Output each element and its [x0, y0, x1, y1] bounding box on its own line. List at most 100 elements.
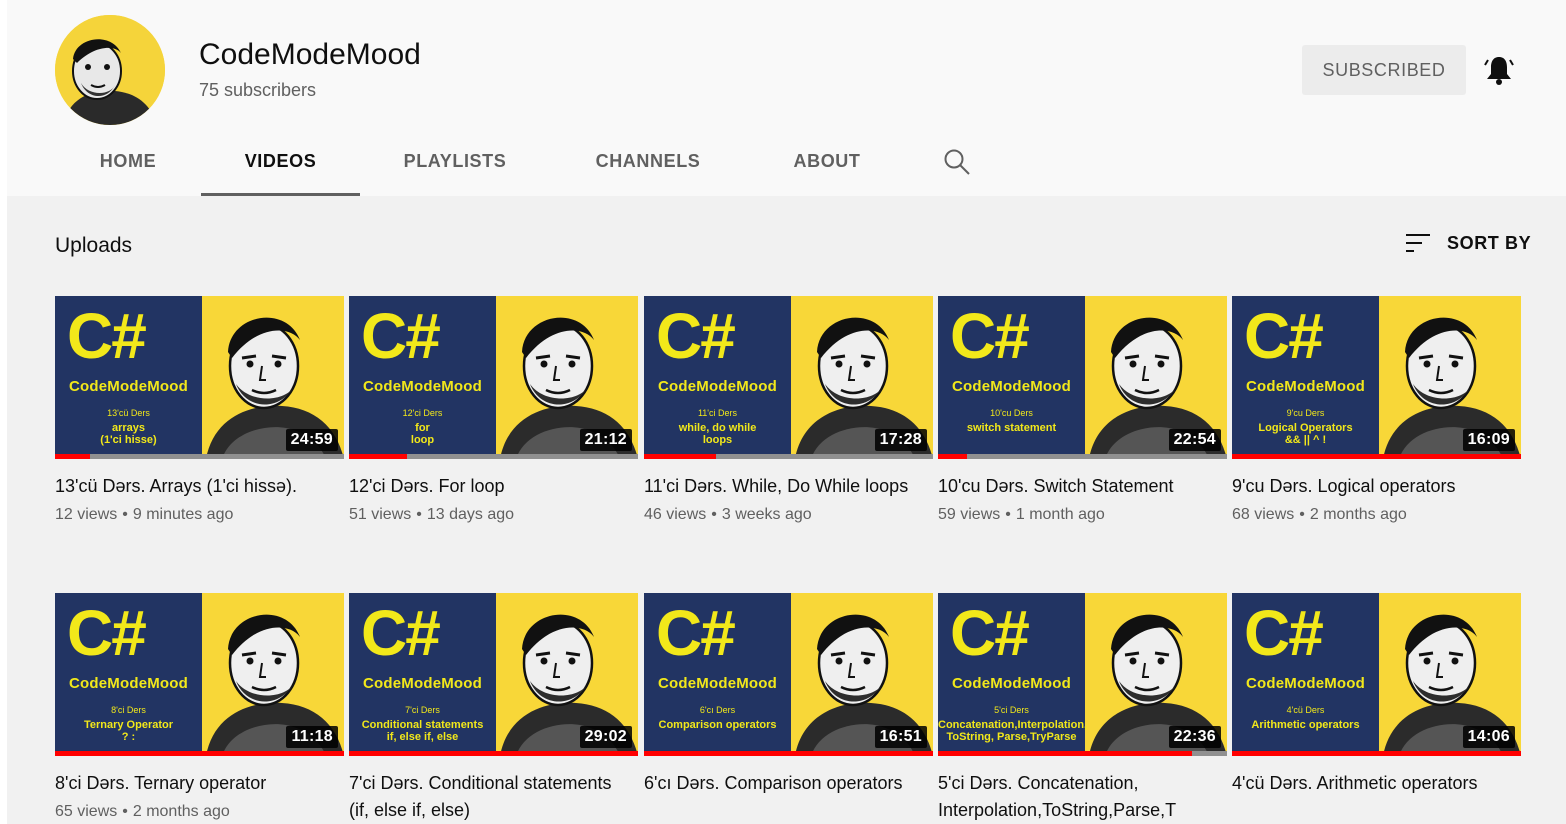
thumbnail-topic: Logical Operators && || ^ ! [1232, 422, 1379, 446]
thumbnail-lesson: 6'cı Ders [699, 705, 736, 715]
thumbnail-lesson: 11'ci Ders [697, 408, 738, 418]
watch-progress [55, 751, 344, 756]
video-card[interactable]: C# CodeModeMood 12'ci Ders for loop 21:1… [349, 296, 638, 524]
video-thumbnail[interactable]: C# CodeModeMood 4'cü Ders Arithmetic ope… [1232, 593, 1521, 756]
channel-avatar[interactable] [55, 15, 165, 125]
tab-home[interactable]: HOME [55, 130, 201, 193]
video-duration: 11:18 [286, 726, 338, 748]
video-card[interactable]: C# CodeModeMood 5'ci Ders Concatenation,… [938, 593, 1227, 824]
thumbnail-logo: C# [361, 300, 441, 372]
thumbnail-topic-line: Ternary Operator [83, 719, 174, 731]
video-thumbnail[interactable]: C# CodeModeMood 13'cü Ders arrays (1'ci … [55, 296, 344, 459]
thumbnail-topic: arrays (1'ci hisse) [55, 422, 202, 446]
thumbnail-topic-sub: (1'ci hisse) [100, 434, 157, 446]
video-thumbnail[interactable]: C# CodeModeMood 7'ci Ders Conditional st… [349, 593, 638, 756]
thumbnail-topic-line: for [415, 422, 430, 434]
video-card[interactable]: C# CodeModeMood 8'ci Ders Ternary Operat… [55, 593, 344, 821]
video-thumbnail[interactable]: C# CodeModeMood 5'ci Ders Concatenation,… [938, 593, 1227, 756]
video-title[interactable]: 7'ci Dərs. Conditional statements (if, e… [349, 770, 638, 824]
video-title[interactable]: 13'cü Dərs. Arrays (1'ci hissə). [55, 473, 344, 500]
watch-progress-fill [938, 751, 1192, 756]
video-thumbnail[interactable]: C# CodeModeMood 11'ci Ders while, do whi… [644, 296, 933, 459]
video-title[interactable]: 10'cu Dərs. Switch Statement [938, 473, 1227, 500]
tab-playlists[interactable]: PLAYLISTS [360, 130, 550, 193]
video-meta: 68 views • 2 months ago [1232, 506, 1521, 524]
channel-search-icon[interactable] [943, 148, 971, 176]
thumbnail-topic-line: Conditional statements [361, 719, 484, 731]
thumbnail-lesson: 12'ci Ders [402, 408, 443, 418]
video-thumbnail[interactable]: C# CodeModeMood 12'ci Ders for loop 21:1… [349, 296, 638, 459]
video-title[interactable]: 9'cu Dərs. Logical operators [1232, 473, 1521, 500]
video-meta: 46 views • 3 weeks ago [644, 506, 933, 524]
notification-bell-icon[interactable] [1484, 54, 1514, 86]
watch-progress [938, 454, 1227, 459]
watch-progress [644, 454, 933, 459]
video-age: 13 days ago [426, 506, 515, 523]
thumbnail-topic: switch statement [938, 422, 1085, 434]
thumbnail-lesson: 9'cu Ders [1286, 408, 1325, 418]
sort-icon [1406, 234, 1430, 252]
video-thumbnail[interactable]: C# CodeModeMood 8'ci Ders Ternary Operat… [55, 593, 344, 756]
thumbnail-topic-sub: && || ^ ! [1284, 434, 1327, 446]
video-age: 3 weeks ago [721, 506, 812, 523]
watch-progress [349, 454, 638, 459]
thumbnail-lesson: 7'ci Ders [405, 705, 440, 715]
video-meta: 59 views • 1 month ago [938, 506, 1227, 524]
tab-about[interactable]: ABOUT [746, 130, 908, 193]
thumbnail-topic: for loop [349, 422, 496, 446]
thumbnail-logo: C# [1244, 300, 1324, 372]
video-card[interactable]: C# CodeModeMood 9'cu Ders Logical Operat… [1232, 296, 1521, 524]
thumbnail-logo: C# [67, 300, 147, 372]
video-title[interactable]: 12'ci Dərs. For loop [349, 473, 638, 500]
video-card[interactable]: C# CodeModeMood 6'cı Ders Comparison ope… [644, 593, 933, 803]
video-duration: 16:51 [874, 726, 927, 748]
thumbnail-lesson: 13'cü Ders [107, 408, 150, 418]
thumbnail-logo: C# [361, 597, 441, 669]
video-thumbnail[interactable]: C# CodeModeMood 10'cu Ders switch statem… [938, 296, 1227, 459]
thumbnail-brand: CodeModeMood [657, 378, 778, 395]
video-thumbnail[interactable]: C# CodeModeMood 9'cu Ders Logical Operat… [1232, 296, 1521, 459]
watch-progress-fill [1232, 751, 1521, 756]
thumbnail-brand: CodeModeMood [657, 675, 778, 692]
thumbnail-topic-sub: loop [410, 434, 435, 446]
video-card[interactable]: C# CodeModeMood 13'cü Ders arrays (1'ci … [55, 296, 344, 524]
thumbnail-logo: C# [656, 300, 736, 372]
video-age: 9 minutes ago [132, 506, 234, 523]
thumbnail-logo: C# [67, 597, 147, 669]
channel-header: CodeModeMood 75 subscribers SUBSCRIBED H… [7, 0, 1566, 196]
video-meta: 51 views • 13 days ago [349, 506, 638, 524]
thumbnail-topic-line: Comparison operators [658, 719, 777, 731]
video-duration: 22:54 [1168, 429, 1221, 451]
video-title[interactable]: 8'ci Dərs. Ternary operator [55, 770, 344, 797]
video-meta: 12 views • 9 minutes ago [55, 506, 344, 524]
tab-videos[interactable]: VIDEOS [201, 130, 360, 196]
tab-channels[interactable]: CHANNELS [550, 130, 746, 193]
meta-separator: • [1005, 506, 1011, 523]
watch-progress-fill [1232, 454, 1521, 459]
video-card[interactable]: C# CodeModeMood 10'cu Ders switch statem… [938, 296, 1227, 524]
thumbnail-topic: Conditional statements if, else if, else [349, 719, 496, 743]
video-title[interactable]: 5'ci Dərs. Concatenation, Interpolation,… [938, 770, 1227, 824]
video-age: 2 months ago [1309, 506, 1407, 523]
watch-progress [938, 751, 1227, 756]
meta-separator: • [416, 506, 422, 523]
video-title[interactable]: 11'ci Dərs. While, Do While loops [644, 473, 933, 500]
video-thumbnail[interactable]: C# CodeModeMood 6'cı Ders Comparison ope… [644, 593, 933, 756]
sort-by-button[interactable]: SORT BY [1405, 232, 1531, 254]
meta-separator: • [1299, 506, 1305, 523]
channel-name: CodeModeMood [199, 38, 421, 71]
thumbnail-topic-line: Concatenation,Interpolation, [938, 719, 1088, 731]
meta-separator: • [122, 803, 128, 820]
video-title[interactable]: 4'cü Dərs. Arithmetic operators [1232, 770, 1521, 797]
video-card[interactable]: C# CodeModeMood 7'ci Ders Conditional st… [349, 593, 638, 824]
video-card[interactable]: C# CodeModeMood 11'ci Ders while, do whi… [644, 296, 933, 524]
video-views: 46 views [644, 506, 707, 523]
watch-progress-fill [55, 751, 344, 756]
video-title[interactable]: 6'cı Dərs. Comparison operators [644, 770, 933, 797]
watch-progress [349, 751, 638, 756]
video-card[interactable]: C# CodeModeMood 4'cü Ders Arithmetic ope… [1232, 593, 1521, 803]
video-views: 68 views [1232, 506, 1295, 523]
subscriber-count: 75 subscribers [199, 80, 317, 100]
meta-separator: • [711, 506, 717, 523]
subscribed-button[interactable]: SUBSCRIBED [1302, 45, 1466, 95]
